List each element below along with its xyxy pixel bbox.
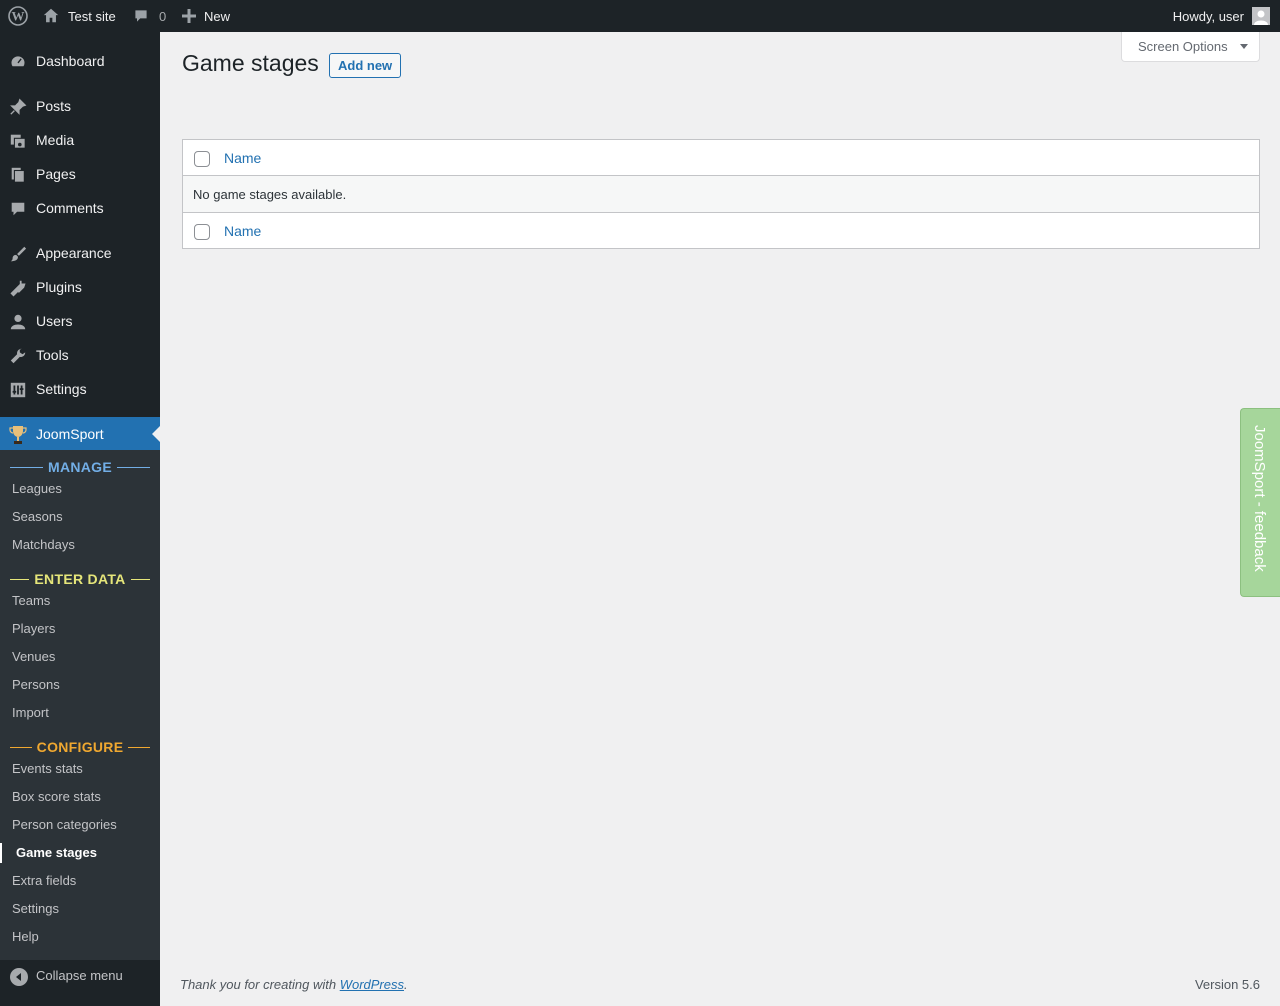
paintbrush-icon bbox=[8, 244, 28, 264]
submenu-item-matchdays[interactable]: Matchdays bbox=[12, 535, 75, 555]
table-footer-row: Name bbox=[183, 212, 1259, 248]
add-new-button[interactable]: Add new bbox=[329, 53, 402, 78]
menu-label-dashboard: Dashboard bbox=[36, 53, 105, 69]
home-icon bbox=[42, 7, 60, 25]
admin-sidebar: Dashboard Posts Media Pages Comments App… bbox=[0, 32, 160, 1006]
comments-icon bbox=[8, 199, 28, 219]
submenu-heading-enter-data: ENTER DATA bbox=[10, 569, 150, 589]
collapse-arrow-icon bbox=[10, 968, 28, 986]
pages-icon bbox=[8, 165, 28, 185]
menu-label-appearance: Appearance bbox=[36, 245, 112, 261]
submenu-item-seasons[interactable]: Seasons bbox=[12, 507, 63, 527]
caret-down-icon bbox=[1239, 44, 1248, 49]
settings-sliders-icon bbox=[8, 380, 28, 400]
users-icon bbox=[8, 312, 28, 332]
footer-thanks: Thank you for creating with WordPress. bbox=[180, 977, 408, 992]
site-name-label: Test site bbox=[68, 8, 116, 24]
menu-item-dashboard[interactable]: Dashboard bbox=[0, 44, 160, 78]
submenu-item-leagues[interactable]: Leagues bbox=[12, 479, 62, 499]
new-label: New bbox=[204, 8, 231, 24]
submenu-item-persons[interactable]: Persons bbox=[12, 675, 60, 695]
submenu-item-box-score-stats[interactable]: Box score stats bbox=[12, 787, 101, 807]
footer-thanks-period: . bbox=[404, 977, 408, 992]
submenu-item-help[interactable]: Help bbox=[12, 927, 39, 947]
howdy-label: Howdy, user bbox=[1172, 8, 1244, 24]
feedback-tab[interactable]: JoomSport - feedback bbox=[1240, 408, 1280, 597]
empty-table-message: No game stages available. bbox=[183, 176, 1259, 212]
collapse-menu-button[interactable]: Collapse menu bbox=[0, 960, 160, 994]
menu-label-comments: Comments bbox=[36, 200, 104, 216]
main-content: Screen Options Game stages Add new Name … bbox=[160, 32, 1280, 1006]
submenu-item-import[interactable]: Import bbox=[12, 703, 49, 723]
select-all-checkbox-bottom[interactable] bbox=[194, 224, 210, 240]
menu-label-users: Users bbox=[36, 313, 73, 329]
table-header-row: Name bbox=[183, 140, 1259, 176]
menu-label-pages: Pages bbox=[36, 166, 76, 182]
menu-label-settings: Settings bbox=[36, 381, 87, 397]
wrench-icon bbox=[8, 346, 28, 366]
screen-options-button[interactable]: Screen Options bbox=[1121, 32, 1260, 62]
new-content-link[interactable]: New bbox=[182, 0, 230, 32]
admin-bar: W Test site 0 New Howdy, user bbox=[0, 0, 1280, 32]
footer-thanks-text: Thank you for creating with bbox=[180, 977, 340, 992]
feedback-tab-label: JoomSport - feedback bbox=[1251, 425, 1268, 572]
wordpress-link[interactable]: WordPress bbox=[340, 977, 404, 992]
submenu-item-game-stages[interactable]: Game stages bbox=[0, 843, 160, 863]
comments-link[interactable]: 0 bbox=[133, 0, 166, 32]
trophy-icon bbox=[8, 425, 28, 445]
collapse-menu-label: Collapse menu bbox=[36, 968, 123, 983]
column-footer-name[interactable]: Name bbox=[224, 223, 261, 239]
menu-item-plugins[interactable]: Plugins bbox=[0, 270, 160, 304]
menu-item-comments[interactable]: Comments bbox=[0, 191, 160, 225]
plug-icon bbox=[8, 278, 28, 298]
submenu-heading-manage: MANAGE bbox=[10, 457, 150, 477]
screen-options-label: Screen Options bbox=[1138, 39, 1228, 54]
submenu-item-settings[interactable]: Settings bbox=[12, 899, 59, 919]
submenu-item-teams[interactable]: Teams bbox=[12, 591, 50, 611]
select-all-checkbox-top[interactable] bbox=[194, 151, 210, 167]
column-header-name[interactable]: Name bbox=[224, 150, 261, 166]
submenu-item-venues[interactable]: Venues bbox=[12, 647, 55, 667]
comment-bubble-icon bbox=[133, 8, 149, 24]
page-title: Game stages bbox=[182, 50, 319, 76]
comments-count: 0 bbox=[159, 8, 167, 24]
submenu-item-events-stats[interactable]: Events stats bbox=[12, 759, 83, 779]
svg-text:W: W bbox=[11, 9, 24, 24]
menu-item-joomsport[interactable]: JoomSport bbox=[0, 417, 160, 451]
pushpin-icon bbox=[8, 97, 28, 117]
menu-item-settings[interactable]: Settings bbox=[0, 372, 160, 406]
avatar bbox=[1252, 7, 1270, 25]
menu-item-pages[interactable]: Pages bbox=[0, 157, 160, 191]
submenu-item-extra-fields[interactable]: Extra fields bbox=[12, 871, 76, 891]
menu-label-media: Media bbox=[36, 132, 75, 148]
menu-label-plugins: Plugins bbox=[36, 279, 82, 295]
dashboard-icon bbox=[8, 52, 28, 72]
my-account-link[interactable]: Howdy, user bbox=[1173, 0, 1270, 32]
menu-item-tools[interactable]: Tools bbox=[0, 338, 160, 372]
submenu-item-players[interactable]: Players bbox=[12, 619, 55, 639]
menu-item-media[interactable]: Media bbox=[0, 123, 160, 157]
menu-label-tools: Tools bbox=[36, 347, 69, 363]
menu-label-posts: Posts bbox=[36, 98, 72, 114]
game-stages-table: Name No game stages available. Name bbox=[182, 139, 1260, 249]
wordpress-logo-icon[interactable]: W bbox=[0, 0, 35, 32]
menu-item-users[interactable]: Users bbox=[0, 304, 160, 338]
footer-version: Version 5.6 bbox=[1194, 977, 1260, 992]
plus-icon bbox=[182, 9, 196, 23]
site-name-link[interactable]: Test site bbox=[42, 0, 116, 32]
submenu-item-person-categories[interactable]: Person categories bbox=[12, 815, 117, 835]
media-icon bbox=[8, 131, 28, 151]
menu-label-joomsport: JoomSport bbox=[36, 426, 104, 442]
menu-item-posts[interactable]: Posts bbox=[0, 89, 160, 123]
joomsport-submenu: MANAGE Leagues Seasons Matchdays ENTER D… bbox=[0, 450, 160, 960]
submenu-heading-configure: CONFIGURE bbox=[10, 737, 151, 757]
menu-item-appearance[interactable]: Appearance bbox=[0, 236, 160, 270]
